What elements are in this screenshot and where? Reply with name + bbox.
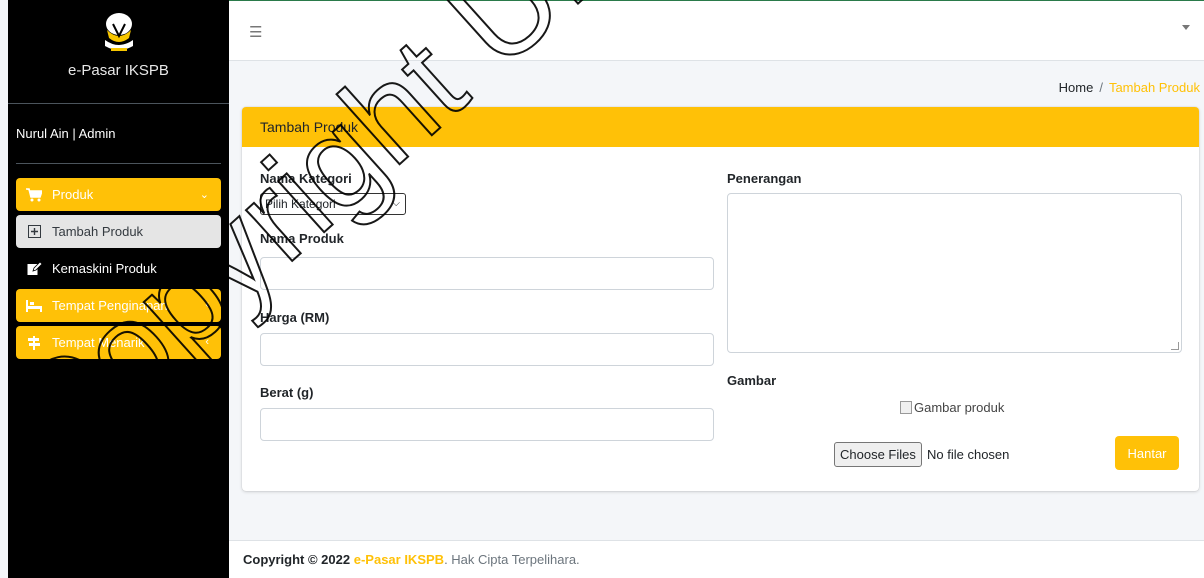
brand-name: e-Pasar IKSPB — [68, 62, 169, 79]
sidebar-item-label: Produk — [52, 187, 94, 202]
sidebar-item-tambah-produk[interactable]: Tambah Produk — [16, 215, 221, 248]
user-name[interactable]: Nurul Ain | Admin — [16, 126, 115, 141]
sidebar: e-Pasar IKSPB Nurul Ain | Admin Produk ⌄… — [8, 0, 229, 578]
price-input[interactable] — [260, 333, 714, 366]
sidebar-item-produk[interactable]: Produk ⌄ — [16, 178, 221, 211]
chevron-left-icon: ‹ — [205, 336, 209, 348]
file-status: No file chosen — [927, 447, 1010, 462]
product-name-label: Nama Produk — [260, 231, 344, 246]
sidebar-item-tempat-menarik[interactable]: Tempat Menarik ‹ — [16, 326, 221, 359]
product-image-preview: Gambar produk — [900, 400, 1004, 415]
footer-copyright: Copyright © 2022 — [243, 552, 351, 567]
choose-files-button[interactable]: Choose Files — [834, 442, 922, 467]
sidebar-item-label: Tambah Produk — [52, 224, 144, 239]
brand-link[interactable]: e-Pasar IKSPB — [8, 0, 229, 104]
resize-handle-icon[interactable] — [1171, 342, 1179, 350]
category-select[interactable]: Pilih Kategori ⌵ — [260, 193, 406, 215]
sidebar-item-label: Tempat Menarik — [52, 335, 145, 350]
description-label: Penerangan — [727, 171, 802, 186]
edit-icon — [24, 261, 44, 277]
submit-button[interactable]: Hantar — [1115, 436, 1179, 470]
breadcrumb: Home / Tambah Produk — [1059, 80, 1200, 95]
footer-rights: . Hak Cipta Terpelihara. — [444, 552, 580, 567]
caret-down-icon[interactable] — [1182, 25, 1190, 30]
sidebar-item-tempat-penginapan[interactable]: Tempat Penginapan ‹ — [16, 289, 221, 322]
weight-input[interactable] — [260, 408, 714, 441]
category-selected-value: Pilih Kategori — [265, 197, 336, 211]
plus-square-icon — [24, 224, 44, 240]
sidebar-item-label: Tempat Penginapan — [52, 298, 168, 313]
chevron-left-icon: ‹ — [205, 299, 209, 311]
price-label: Harga (RM) — [260, 310, 330, 325]
image-alt-text: Gambar produk — [914, 400, 1005, 415]
breadcrumb-separator: / — [1099, 80, 1103, 95]
broken-image-icon — [900, 401, 912, 414]
description-textarea[interactable] — [727, 193, 1182, 353]
sidebar-nav: Produk ⌄ Tambah Produk Kemaskini Produk … — [8, 164, 229, 359]
user-panel: Nurul Ain | Admin — [16, 104, 221, 164]
breadcrumb-current: Tambah Produk — [1108, 80, 1200, 95]
shopping-cart-icon — [24, 187, 44, 203]
breadcrumb-home[interactable]: Home — [1059, 80, 1094, 95]
bed-icon — [24, 298, 44, 314]
footer-brand-link[interactable]: e-Pasar IKSPB — [354, 552, 444, 567]
weight-label: Berat (g) — [260, 385, 314, 400]
chevron-down-icon: ⌵ — [392, 198, 400, 209]
category-label: Nama Kategori — [260, 171, 352, 186]
image-label: Gambar — [727, 373, 777, 388]
signpost-icon — [24, 335, 44, 351]
footer: Copyright © 2022 e-Pasar IKSPB. Hak Cipt… — [229, 540, 1204, 578]
chevron-down-icon: ⌄ — [199, 189, 209, 201]
add-product-card: Tambah Produk Nama Kategori Pilih Katego… — [242, 107, 1199, 491]
card-title: Tambah Produk — [242, 107, 1199, 147]
brand-logo-icon — [104, 13, 133, 51]
sidebar-item-label: Kemaskini Produk — [52, 261, 157, 276]
sidebar-item-kemaskini-produk[interactable]: Kemaskini Produk — [16, 252, 221, 285]
hamburger-icon[interactable]: ☰ — [249, 23, 262, 41]
product-name-input[interactable] — [260, 257, 714, 290]
top-navbar: ☰ — [229, 0, 1204, 61]
